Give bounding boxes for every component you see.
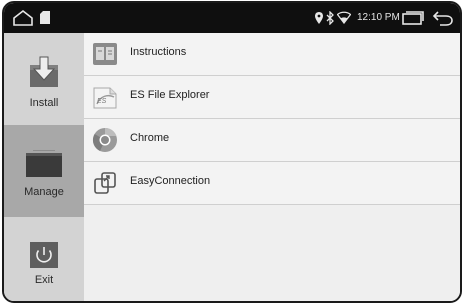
home-icon[interactable] — [12, 9, 34, 27]
power-icon — [30, 242, 58, 268]
sidebar-item-exit[interactable]: Exit — [4, 217, 84, 301]
app-label: EasyConnection — [130, 175, 211, 187]
list-item-es-file-explorer[interactable]: ES ES File Explorer — [84, 76, 460, 119]
app-label: ES File Explorer — [130, 89, 210, 101]
sidebar: Install Manage Exit — [4, 33, 84, 301]
app-label: Chrome — [130, 132, 170, 144]
list-item-chrome[interactable]: Chrome — [84, 119, 460, 162]
manage-screen-icon — [26, 150, 62, 177]
sidebar-item-label: Exit — [34, 274, 54, 286]
es-file-explorer-icon: ES — [93, 87, 117, 109]
list-item-instructions[interactable]: Instructions — [84, 33, 460, 76]
sidebar-item-label: Manage — [24, 186, 64, 198]
back-icon[interactable] — [432, 10, 454, 26]
instructions-icon — [93, 43, 117, 65]
app-list: Instructions ES ES File Explorer Chrome — [84, 33, 460, 301]
app-label: Instructions — [130, 46, 187, 58]
recent-apps-icon[interactable] — [402, 11, 424, 25]
chrome-icon — [92, 127, 117, 152]
location-icon — [315, 12, 323, 24]
list-item-easyconnection[interactable]: EasyConnection — [84, 162, 460, 205]
sidebar-item-manage[interactable]: Manage — [4, 125, 84, 217]
svg-text:ES: ES — [97, 98, 107, 105]
download-arrow-icon — [30, 56, 58, 87]
bluetooth-icon — [326, 11, 334, 25]
sd-card-icon — [40, 11, 50, 24]
sidebar-item-install[interactable]: Install — [4, 33, 84, 125]
status-time: 12:10 PM — [357, 12, 400, 23]
sidebar-item-label: Install — [29, 97, 59, 109]
wifi-icon — [337, 11, 351, 24]
status-bar: 12:10 PM — [4, 3, 460, 33]
easyconnection-icon — [94, 172, 116, 194]
device-frame: 12:10 PM Install Manage Exit Instruction… — [2, 1, 462, 303]
